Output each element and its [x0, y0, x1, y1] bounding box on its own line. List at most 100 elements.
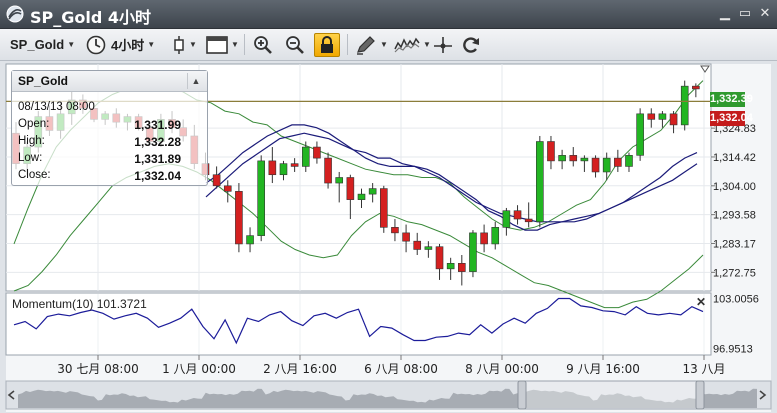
candle	[636, 108, 644, 161]
time-tick-label: 13 八月	[682, 362, 725, 376]
low-row: Low: 1,331.89	[18, 152, 181, 166]
template-dropdown[interactable]: ▼	[206, 34, 239, 55]
close-label: Close:	[18, 169, 51, 181]
candlestick-icon	[174, 35, 184, 54]
candle-body	[547, 141, 555, 162]
ohlc-info-panel[interactable]: SP_Gold ▲ 08/13/13 08:00 Open: 1,331.99 H…	[11, 70, 208, 186]
minimize-button[interactable]: ▁	[717, 5, 733, 21]
candle-body	[324, 157, 332, 184]
candle-body	[346, 177, 355, 200]
refresh-button[interactable]	[461, 34, 481, 55]
candle-body	[368, 188, 377, 195]
price-tick-label: 1,293.58	[713, 210, 756, 222]
price-tick-label: 1,314.42	[713, 152, 756, 164]
candle-body	[257, 160, 265, 236]
navigator-left-handle[interactable]	[517, 380, 527, 410]
chevron-down-icon: ▼	[231, 40, 239, 49]
candle-body	[279, 163, 288, 176]
candle-body	[458, 263, 466, 272]
navigator-right-handle[interactable]	[695, 380, 705, 410]
maximize-button[interactable]: ▭	[737, 5, 753, 21]
open-row: Open: 1,331.99	[18, 118, 181, 132]
candle-body	[636, 113, 644, 156]
candle-body	[558, 155, 566, 162]
high-value: 1,332.28	[134, 135, 181, 149]
time-tick-label: 6 八月 08:00	[364, 362, 438, 376]
zoom-in-icon	[254, 35, 272, 54]
candle-body	[480, 232, 488, 245]
chevron-down-icon: ▼	[423, 40, 431, 49]
ask-price-tag: 1,332.39	[710, 92, 753, 107]
candle-body	[435, 246, 444, 270]
pen-icon	[357, 35, 375, 55]
info-panel-title: SP_Gold	[18, 74, 69, 88]
zoom-out-icon	[286, 35, 304, 54]
zoom-in-button[interactable]	[253, 34, 273, 55]
candle	[379, 185, 388, 233]
info-panel-header: SP_Gold ▲	[12, 71, 207, 92]
candle-body	[446, 263, 455, 270]
window-icon	[206, 35, 228, 54]
window-title: SP_Gold 4小时	[30, 8, 152, 27]
candle-body	[235, 191, 243, 245]
candle-body	[223, 185, 232, 192]
candle-body	[669, 113, 678, 126]
candle-body	[301, 146, 310, 167]
candle-body	[413, 240, 422, 250]
collapse-icon[interactable]: ▲	[187, 73, 204, 89]
close-indicator-icon[interactable]: ✕	[696, 295, 706, 309]
candle-body	[602, 157, 611, 173]
momentum-tick-label: 103.0056	[713, 293, 759, 305]
bid-price-tag: 1,332.04	[710, 111, 753, 126]
candle-body	[491, 227, 500, 245]
price-tick-label: 1,283.17	[713, 238, 756, 250]
timeframe-label: 4小时	[111, 38, 145, 53]
open-value: 1,331.99	[134, 118, 181, 132]
candle-body	[313, 146, 321, 159]
momentum-tick-label: 96.9513	[713, 343, 753, 355]
candle-body	[502, 210, 511, 228]
lock-icon	[321, 36, 333, 53]
indicator-wave-icon	[394, 37, 420, 52]
low-value: 1,331.89	[134, 152, 181, 166]
chart-type-dropdown[interactable]: ▼	[172, 34, 197, 55]
candle-body	[591, 157, 600, 173]
candle-body	[391, 227, 399, 234]
chevron-down-icon: ▼	[67, 40, 76, 49]
candle-body	[246, 235, 254, 245]
candle	[536, 135, 544, 228]
timeframe-dropdown[interactable]: 4小时 ▼	[86, 34, 155, 55]
clock-icon	[86, 35, 106, 54]
time-tick-label: 30 七月 08:00	[57, 362, 138, 376]
info-datetime: 08/13/13 08:00	[18, 101, 95, 113]
candle-body	[692, 85, 700, 90]
candle	[235, 183, 243, 253]
chevron-down-icon: ▼	[147, 40, 156, 49]
title-bar: SP_Gold 4小时 ▁ ▭ ✕	[0, 0, 777, 29]
candle	[469, 230, 477, 278]
high-label: High:	[18, 135, 45, 147]
candle-body	[614, 157, 622, 167]
drawing-tools-dropdown[interactable]: ▼	[355, 34, 388, 55]
lock-button[interactable]	[314, 33, 340, 57]
indicators-dropdown[interactable]: ▼	[394, 34, 431, 55]
candle-body	[625, 155, 633, 167]
chevron-down-icon: ▼	[189, 40, 197, 49]
symbol-dropdown[interactable]: SP_Gold ▼	[10, 34, 75, 55]
low-label: Low:	[18, 152, 43, 164]
time-tick-label: 1 八月 00:00	[162, 362, 236, 376]
time-tick-label: 9 八月 16:00	[566, 362, 640, 376]
crosshair-button[interactable]	[433, 34, 453, 55]
candle-body	[524, 218, 533, 223]
candle-body	[402, 232, 410, 242]
close-button[interactable]: ✕	[757, 5, 773, 21]
candle-body	[536, 141, 544, 223]
time-tick-label: 2 八月 16:00	[263, 362, 337, 376]
zoom-out-button[interactable]	[285, 34, 305, 55]
candle-body	[290, 163, 299, 167]
navigator-window[interactable]	[521, 380, 701, 410]
crosshair-icon	[434, 36, 452, 53]
toolbar: SP_Gold ▼ 4小时 ▼ ▼ ▼ ▼ ▼	[0, 29, 777, 61]
navigator[interactable]	[5, 380, 772, 410]
candle-body	[424, 246, 433, 250]
